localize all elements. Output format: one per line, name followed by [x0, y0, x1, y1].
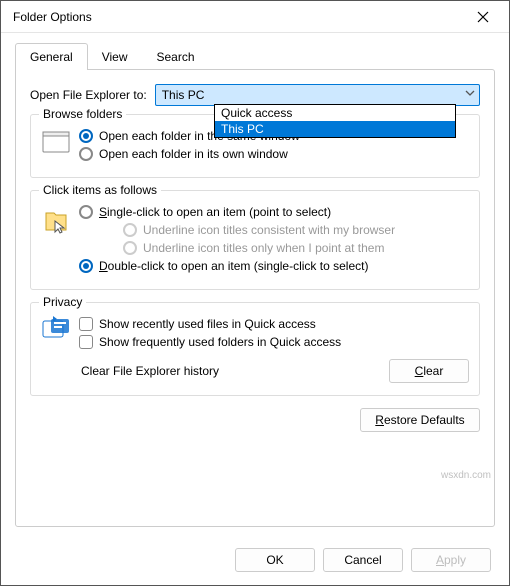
chevron-down-icon — [465, 88, 475, 98]
close-button[interactable] — [461, 2, 505, 32]
open-explorer-dropdown[interactable]: Quick access This PC — [214, 104, 456, 138]
close-icon — [477, 11, 489, 23]
checkbox-frequent-folders-row[interactable]: Show frequently used folders in Quick ac… — [79, 335, 469, 349]
radio-single-click-row[interactable]: Single-click to open an item (point to s… — [79, 205, 469, 219]
radio-underline-browser-row: Underline icon titles consistent with my… — [123, 223, 469, 237]
ok-button[interactable]: OK — [235, 548, 315, 572]
cursor-folder-icon — [41, 207, 71, 237]
cancel-button[interactable]: Cancel — [323, 548, 403, 572]
dropdown-option-quick-access[interactable]: Quick access — [215, 105, 455, 121]
radio-own-window[interactable] — [79, 147, 93, 161]
click-items-legend: Click items as follows — [39, 183, 161, 197]
radio-double-click-row[interactable]: Double-click to open an item (single-cli… — [79, 259, 469, 273]
checkbox-frequent-folders-label: Show frequently used folders in Quick ac… — [99, 335, 341, 349]
privacy-group: Privacy Show recently used files in Quic… — [30, 302, 480, 396]
tab-search[interactable]: Search — [142, 43, 210, 70]
radio-underline-point-label: Underline icon titles only when I point … — [143, 241, 384, 255]
radio-single-click[interactable] — [79, 205, 93, 219]
folder-window-icon — [41, 127, 71, 157]
privacy-icon — [41, 315, 71, 383]
radio-underline-point-row: Underline icon titles only when I point … — [123, 241, 469, 255]
click-items-group: Click items as follows Single-click to o… — [30, 190, 480, 290]
browse-folders-legend: Browse folders — [39, 107, 126, 121]
radio-same-window[interactable] — [79, 129, 93, 143]
titlebar: Folder Options — [1, 1, 509, 33]
open-explorer-row: Open File Explorer to: This PC — [30, 84, 480, 106]
open-explorer-combobox[interactable]: This PC — [155, 84, 480, 106]
watermark: wsxdn.com — [441, 470, 491, 481]
radio-underline-point — [123, 241, 137, 255]
radio-double-click[interactable] — [79, 259, 93, 273]
radio-underline-browser-label: Underline icon titles consistent with my… — [143, 223, 395, 237]
open-explorer-label: Open File Explorer to: — [30, 88, 147, 102]
clear-history-row: Clear File Explorer history Clear — [79, 359, 469, 383]
checkbox-recent-files-label: Show recently used files in Quick access — [99, 317, 316, 331]
radio-own-window-row[interactable]: Open each folder in its own window — [79, 147, 469, 161]
open-explorer-value: This PC — [162, 88, 205, 102]
tabstrip: General View Search — [15, 43, 495, 70]
restore-defaults-row: Restore Defaults — [30, 408, 480, 432]
privacy-legend: Privacy — [39, 295, 86, 309]
tab-view[interactable]: View — [87, 43, 143, 70]
checkbox-recent-files[interactable] — [79, 317, 93, 331]
checkbox-recent-files-row[interactable]: Show recently used files in Quick access — [79, 317, 469, 331]
folder-options-window: Folder Options General View Search Open … — [0, 0, 510, 586]
radio-double-click-label: Double-click to open an item (single-cli… — [99, 259, 368, 273]
restore-defaults-button[interactable]: Restore Defaults — [360, 408, 480, 432]
apply-button[interactable]: Apply — [411, 548, 491, 572]
checkbox-frequent-folders[interactable] — [79, 335, 93, 349]
radio-underline-browser — [123, 223, 137, 237]
radio-own-window-label: Open each folder in its own window — [99, 147, 288, 161]
client-area: General View Search Open File Explorer t… — [1, 33, 509, 541]
tab-general[interactable]: General — [15, 43, 88, 70]
radio-single-click-label: Single-click to open an item (point to s… — [99, 205, 331, 219]
clear-history-label: Clear File Explorer history — [81, 364, 219, 378]
dialog-footer: OK Cancel Apply — [1, 541, 509, 585]
dropdown-option-this-pc[interactable]: This PC — [215, 121, 455, 137]
tab-panel-general: Open File Explorer to: This PC Quick acc… — [15, 69, 495, 527]
window-title: Folder Options — [13, 10, 461, 24]
clear-button[interactable]: Clear — [389, 359, 469, 383]
